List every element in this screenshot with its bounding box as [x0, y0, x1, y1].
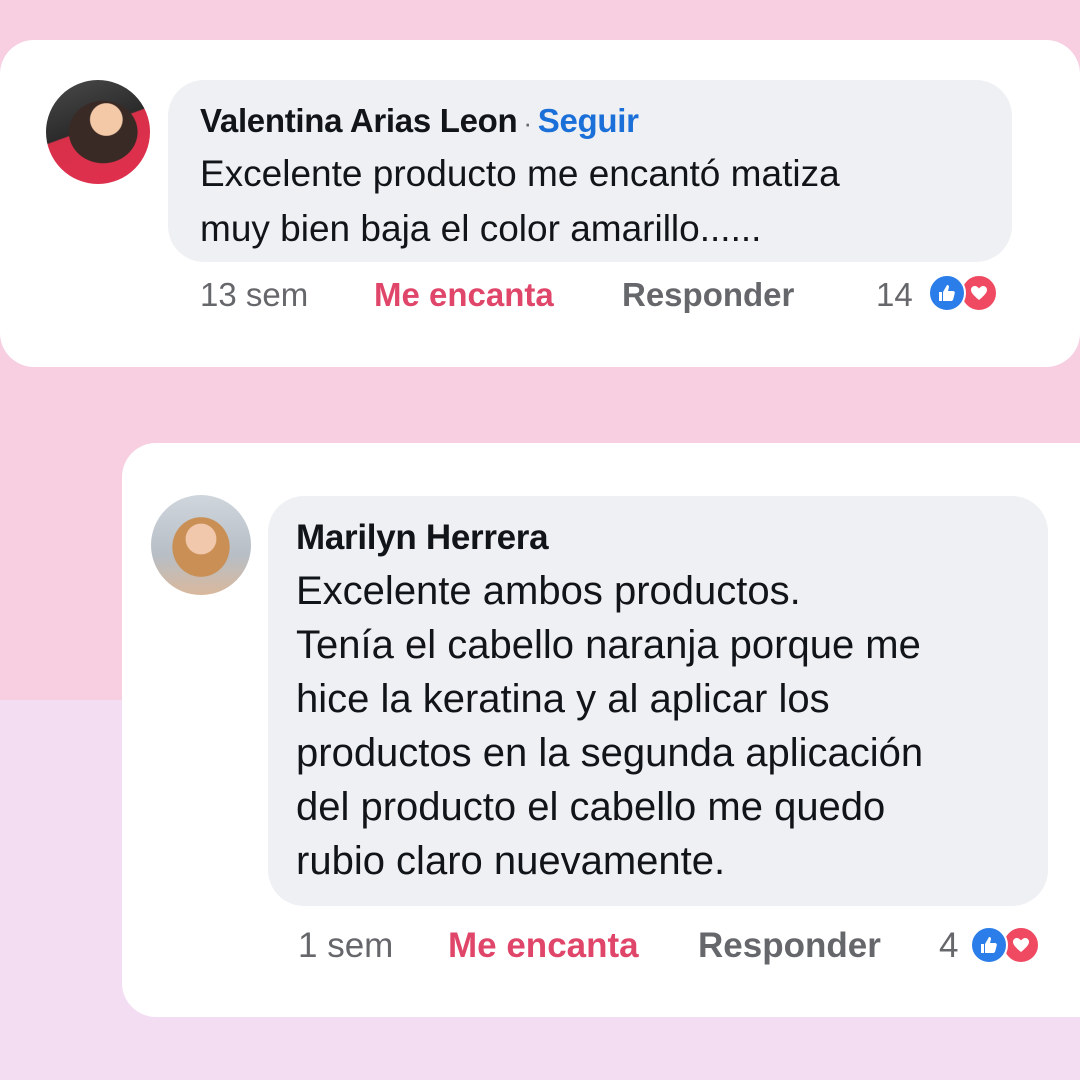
reply-button[interactable]: Responder: [622, 276, 794, 314]
reaction-icons[interactable]: [970, 926, 1060, 966]
author-name[interactable]: Marilyn Herrera: [296, 518, 549, 558]
separator-dot: ·: [523, 108, 532, 138]
reply-button[interactable]: Responder: [698, 926, 881, 966]
reaction-icons[interactable]: [928, 274, 1018, 314]
like-icon: [970, 926, 1008, 964]
like-icon: [928, 274, 966, 312]
avatar[interactable]: [151, 495, 251, 595]
avatar[interactable]: [46, 80, 150, 184]
comment-text: Excelente producto me encantó matiza muy…: [200, 153, 840, 249]
love-reaction-button[interactable]: Me encanta: [374, 276, 554, 314]
comment-timestamp[interactable]: 13 sem: [200, 276, 308, 314]
comment-actions: 13 sem Me encanta Responder 14: [0, 274, 1080, 320]
reaction-count[interactable]: 14: [876, 276, 913, 314]
love-reaction-button[interactable]: Me encanta: [448, 926, 639, 966]
follow-button[interactable]: Seguir: [538, 102, 639, 139]
author-name[interactable]: Valentina Arias Leon: [200, 102, 518, 139]
comment-bubble: Valentina Arias Leon · Seguir Excelente pr…: [168, 80, 1012, 262]
comment-timestamp[interactable]: 1 sem: [298, 926, 393, 966]
reaction-count[interactable]: 4: [939, 926, 958, 966]
comment-bubble: Marilyn Herrera Excelente ambos producto…: [268, 496, 1048, 906]
comment-actions: 1 sem Me encanta Responder 4: [0, 926, 1080, 970]
comment-header: Valentina Arias Leon · Seguir: [200, 102, 639, 140]
comment-text: Excelente ambos productos. Tenía el cabe…: [296, 569, 924, 883]
